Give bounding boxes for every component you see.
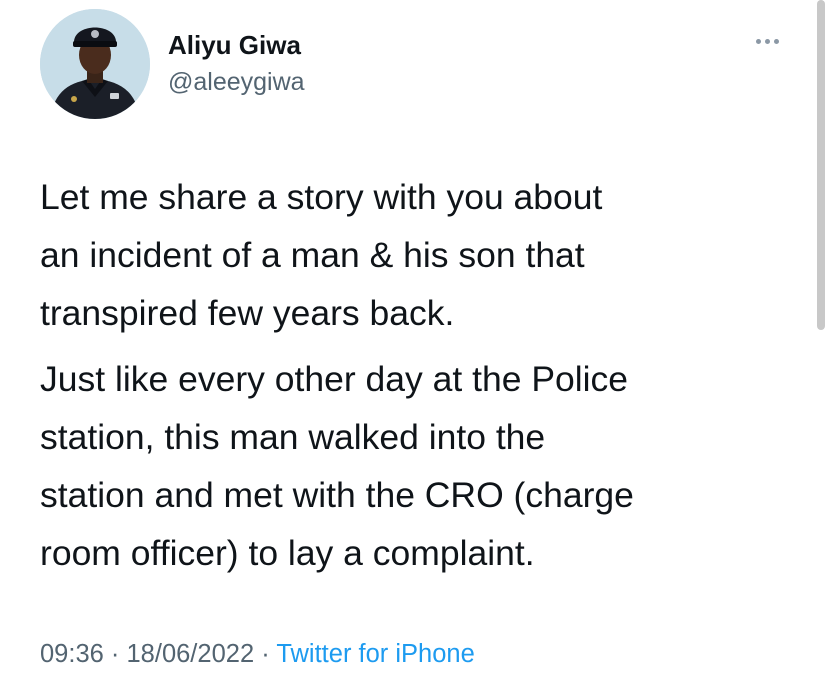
more-horizontal-icon xyxy=(764,38,770,44)
meta-separator: · xyxy=(110,640,120,668)
meta-separator: · xyxy=(261,640,270,668)
scrollbar[interactable] xyxy=(817,0,825,330)
author-handle[interactable]: @aleeygiwa xyxy=(168,68,305,97)
tweet-time[interactable]: 09:36 xyxy=(40,640,104,668)
avatar[interactable] xyxy=(40,9,150,119)
tweet-text: Let me share a story with you about an i… xyxy=(40,168,800,582)
tweet-source-link[interactable]: Twitter for iPhone xyxy=(276,640,474,668)
profile-photo xyxy=(40,9,150,119)
tweet-date[interactable]: 18/06/2022 xyxy=(127,640,255,668)
more-options-button[interactable] xyxy=(747,26,787,56)
tweet-card: Aliyu Giwa @aleeygiwa Let me share a sto… xyxy=(0,0,829,693)
tweet-paragraph: Just like every other day at the Police … xyxy=(40,359,634,573)
author-name[interactable]: Aliyu Giwa xyxy=(168,30,301,61)
tweet-metadata: 09:36 · 18/06/2022 · Twitter for iPhone xyxy=(40,640,475,669)
more-horizontal-icon xyxy=(755,38,761,44)
tweet-paragraph: Let me share a story with you about an i… xyxy=(40,177,603,333)
more-horizontal-icon xyxy=(773,38,779,44)
